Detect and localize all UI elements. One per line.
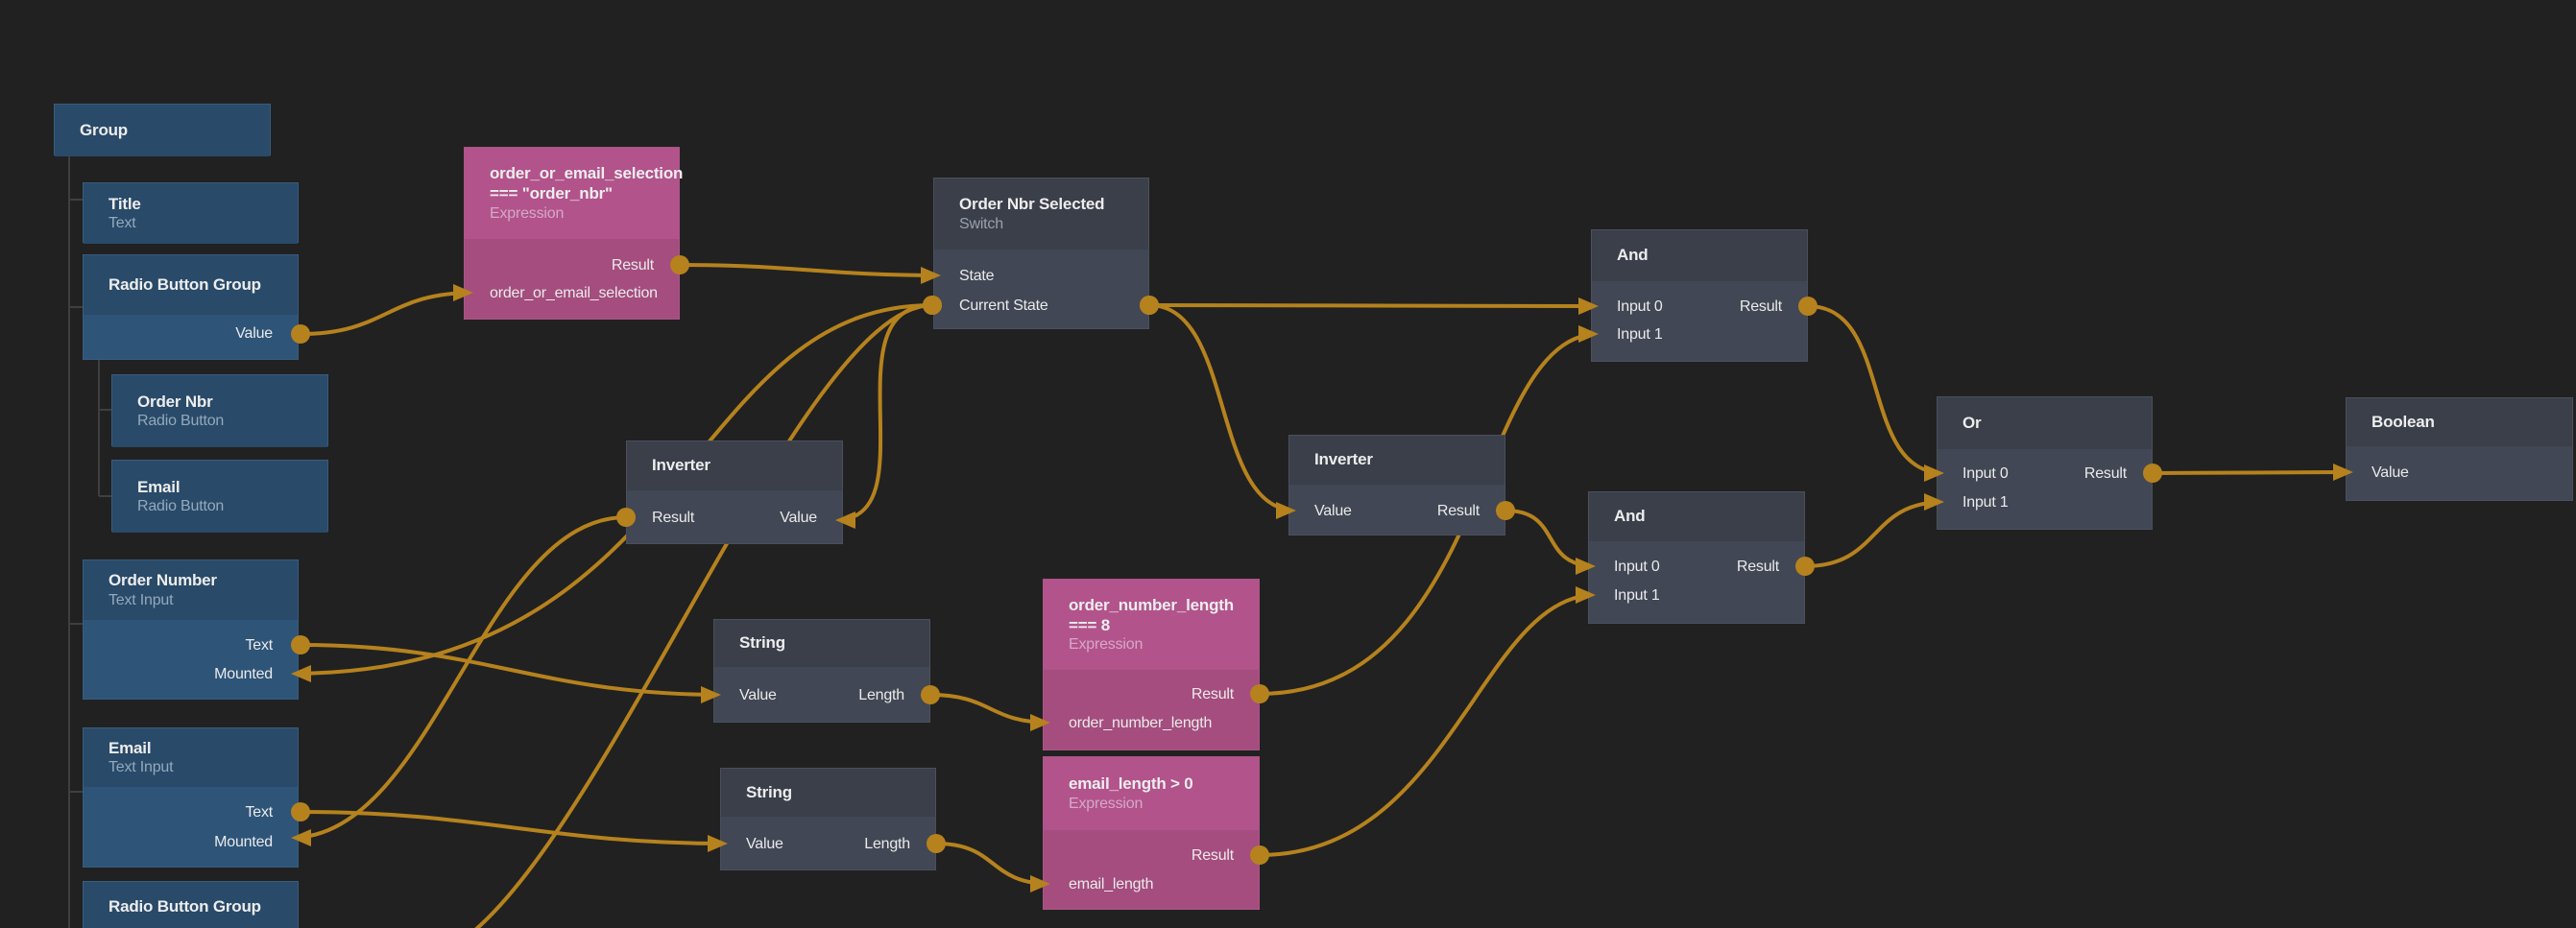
port-connection-dot [923, 296, 942, 315]
port-glyphs-layer [0, 0, 2576, 928]
port-connection-dot [2143, 464, 2162, 483]
wire-arrow [1924, 493, 1944, 511]
wire-arrow [1576, 558, 1596, 575]
wire-arrow [921, 267, 941, 284]
port-connection-dot [1140, 296, 1159, 315]
wire-arrow [291, 829, 311, 846]
wire-arrow [1924, 464, 1944, 482]
port-connection-dot [291, 324, 310, 344]
wire-arrow [1576, 586, 1596, 604]
port-connection-dot [1250, 845, 1269, 865]
wire-arrow [708, 835, 728, 852]
wire-arrow [1578, 297, 1599, 315]
port-connection-dot [1496, 501, 1515, 520]
wire-arrow [1030, 875, 1050, 892]
port-connection-dot [291, 802, 310, 821]
wire-arrow [453, 284, 473, 301]
wire-arrow [701, 686, 721, 703]
wire-arrow [835, 512, 855, 529]
node-graph-canvas[interactable]: GroupTitleTextRadio Button GroupValueOrd… [0, 0, 2576, 928]
wire-arrow [1030, 714, 1050, 731]
port-connection-dot [927, 834, 946, 853]
port-connection-dot [616, 508, 636, 527]
port-connection-dot [670, 255, 689, 274]
port-connection-dot [1798, 297, 1818, 316]
wire-arrow [291, 665, 311, 682]
wire-arrow [1276, 502, 1296, 519]
wire-arrow [1578, 325, 1599, 343]
wire-arrow [2333, 464, 2353, 481]
port-connection-dot [291, 635, 310, 654]
port-connection-dot [1795, 557, 1815, 576]
port-connection-dot [1250, 684, 1269, 703]
port-connection-dot [921, 685, 940, 704]
